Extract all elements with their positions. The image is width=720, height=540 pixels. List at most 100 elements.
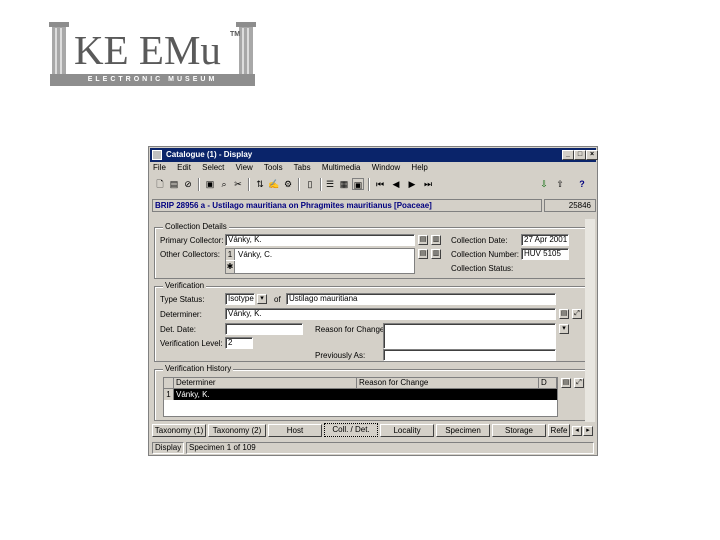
attach-in-icon[interactable]: ⇩ [538, 178, 550, 190]
document-icon[interactable]: ▯ [304, 178, 316, 190]
tab-taxonomy-1[interactable]: Taxonomy (1) [152, 424, 206, 437]
determiner-lookup-icon[interactable]: ▤ [559, 309, 569, 319]
collection-number-field[interactable]: HUV 5105 [521, 248, 569, 260]
determiner-cell[interactable]: Vánky, K. [176, 389, 210, 400]
tab-host[interactable]: Host [268, 424, 322, 437]
other-collectors-attach-icon[interactable]: ▥ [431, 249, 441, 259]
list-item[interactable]: 1 Vánky, C. [226, 249, 414, 260]
det-date-field[interactable] [225, 323, 303, 335]
tab-scroll-left-icon[interactable]: ◂ [572, 426, 582, 436]
det-date-label: Det. Date: [160, 325, 197, 334]
tab-references[interactable]: Refe [548, 424, 570, 437]
of-label: of [274, 295, 281, 304]
type-status-dropdown-icon[interactable]: ▾ [257, 294, 267, 304]
reason-dropdown-icon[interactable]: ▾ [559, 324, 569, 334]
list-view-icon[interactable]: ☰ [324, 178, 336, 190]
type-status-label: Type Status: [160, 295, 205, 304]
grid-corner [164, 378, 174, 389]
tab-storage[interactable]: Storage [492, 424, 546, 437]
verification-history-label: Verification History [163, 364, 234, 374]
collection-details-group: Collection Details Primary Collector: Vá… [154, 222, 591, 279]
reason-for-change-field[interactable] [383, 323, 556, 349]
logo-tagline: ELECTRONIC MUSEUM [50, 74, 255, 86]
verification-level-field[interactable]: 2 [225, 337, 253, 349]
vertical-scrollbar[interactable] [585, 219, 595, 422]
delete-icon[interactable]: ⊘ [182, 178, 194, 190]
menu-tabs[interactable]: Tabs [294, 163, 311, 172]
new-icon[interactable]: 🗋 [154, 178, 166, 190]
display-view-icon[interactable]: ▣ [352, 178, 364, 190]
new-row-marker: ✱ [226, 261, 235, 273]
menu-multimedia[interactable]: Multimedia [322, 163, 361, 172]
menu-tools[interactable]: Tools [264, 163, 283, 172]
title-bar[interactable]: Catalogue (1) - Display _ □ × [150, 148, 598, 162]
attach-out-icon[interactable]: ⇧ [554, 178, 566, 190]
attach-icon[interactable]: ⚙ [282, 178, 294, 190]
last-record-icon[interactable]: ⏭ [422, 178, 434, 190]
find-icon[interactable]: ⌕ [218, 178, 230, 190]
previously-as-label: Previously As: [315, 351, 366, 360]
primary-collector-label: Primary Collector: [160, 236, 224, 245]
column-left-icon [49, 22, 69, 80]
minimize-button[interactable]: _ [562, 150, 574, 160]
sort-icon[interactable]: ⇅ [254, 178, 266, 190]
report-icon[interactable]: ✍ [268, 178, 280, 190]
status-bar: Display Specimen 1 of 109 [150, 442, 596, 454]
next-record-icon[interactable]: ▶ [406, 178, 418, 190]
list-item[interactable]: ✱ [226, 261, 414, 273]
other-collectors-lookup-icon[interactable]: ▤ [418, 249, 428, 259]
tab-specimen[interactable]: Specimen [436, 424, 490, 437]
tab-scroll-right-icon[interactable]: ▸ [583, 426, 593, 436]
menu-help[interactable]: Help [411, 163, 427, 172]
column-header-date[interactable]: D [539, 378, 557, 389]
ke-emu-logo: KE EMu TM ELECTRONIC MUSEUM [49, 22, 256, 87]
collection-date-field[interactable]: 27 Apr 2001 [521, 234, 569, 246]
menu-bar: File Edit Select View Tools Tabs Multime… [153, 163, 437, 175]
other-collector-value[interactable]: Vánky, C. [238, 249, 272, 260]
menu-select[interactable]: Select [202, 163, 224, 172]
reason-for-change-label: Reason for Change: [315, 325, 387, 334]
table-row[interactable]: 1 Vánky, K. [164, 389, 557, 400]
type-of-field[interactable]: Ustilago mauritiana [286, 293, 556, 305]
collection-status-label: Collection Status: [451, 264, 514, 273]
app-icon[interactable] [152, 150, 162, 160]
other-collectors-label: Other Collectors: [160, 250, 221, 259]
prev-record-icon[interactable]: ◀ [390, 178, 402, 190]
verification-level-label: Verification Level: [160, 339, 223, 348]
find-red-icon[interactable]: ✂ [232, 178, 244, 190]
status-record-count: Specimen 1 of 109 [186, 442, 594, 454]
previously-as-field[interactable] [383, 349, 556, 361]
verification-label: Verification [163, 281, 207, 291]
close-button[interactable]: × [586, 150, 598, 160]
tab-coll-det[interactable]: Coll. / Det. [324, 423, 378, 437]
primary-collector-field[interactable]: Vánky, K. [225, 234, 415, 246]
tab-locality[interactable]: Locality [380, 424, 434, 437]
first-record-icon[interactable]: ⏮ [374, 178, 386, 190]
verification-history-grid: Determiner Reason for Change D 1 Vánky, … [163, 377, 558, 417]
menu-view[interactable]: View [236, 163, 253, 172]
determiner-attach-icon[interactable]: ⤢ [572, 309, 582, 319]
window-title: Catalogue (1) - Display [166, 150, 253, 159]
primary-collector-lookup-icon[interactable]: ▤ [418, 235, 428, 245]
maximize-button[interactable]: □ [574, 150, 586, 160]
column-header-reason[interactable]: Reason for Change [357, 378, 539, 389]
primary-collector-attach-icon[interactable]: ▥ [431, 235, 441, 245]
save-icon[interactable]: ▤ [168, 178, 180, 190]
history-lookup-icon[interactable]: ▤ [561, 378, 571, 388]
record-bar: BRIP 28956 a - Ustilago mauritiana on Ph… [152, 199, 596, 212]
collection-details-label: Collection Details [163, 222, 229, 232]
detail-view-icon[interactable]: ▦ [338, 178, 350, 190]
search-icon[interactable]: ▣ [204, 178, 216, 190]
menu-window[interactable]: Window [372, 163, 400, 172]
determiner-field[interactable]: Vánky, K. [225, 308, 556, 320]
tab-taxonomy-2[interactable]: Taxonomy (2) [208, 424, 266, 437]
other-collectors-grid: 1 Vánky, C. ✱ [225, 248, 415, 274]
toolbar: 🗋 ▤ ⊘ ▣ ⌕ ✂ ⇅ ✍ ⚙ ▯ ☰ ▦ ▣ ⏮ ◀ ▶ ⏭ ⇩ ⇧ ? [152, 177, 596, 193]
type-status-field[interactable]: Isotype [225, 293, 255, 305]
help-icon[interactable]: ? [576, 178, 588, 190]
menu-edit[interactable]: Edit [177, 163, 191, 172]
record-title: BRIP 28956 a - Ustilago mauritiana on Ph… [152, 199, 542, 212]
history-attach-icon[interactable]: ⤢ [574, 378, 584, 388]
menu-file[interactable]: File [153, 163, 166, 172]
column-header-determiner[interactable]: Determiner [174, 378, 357, 389]
